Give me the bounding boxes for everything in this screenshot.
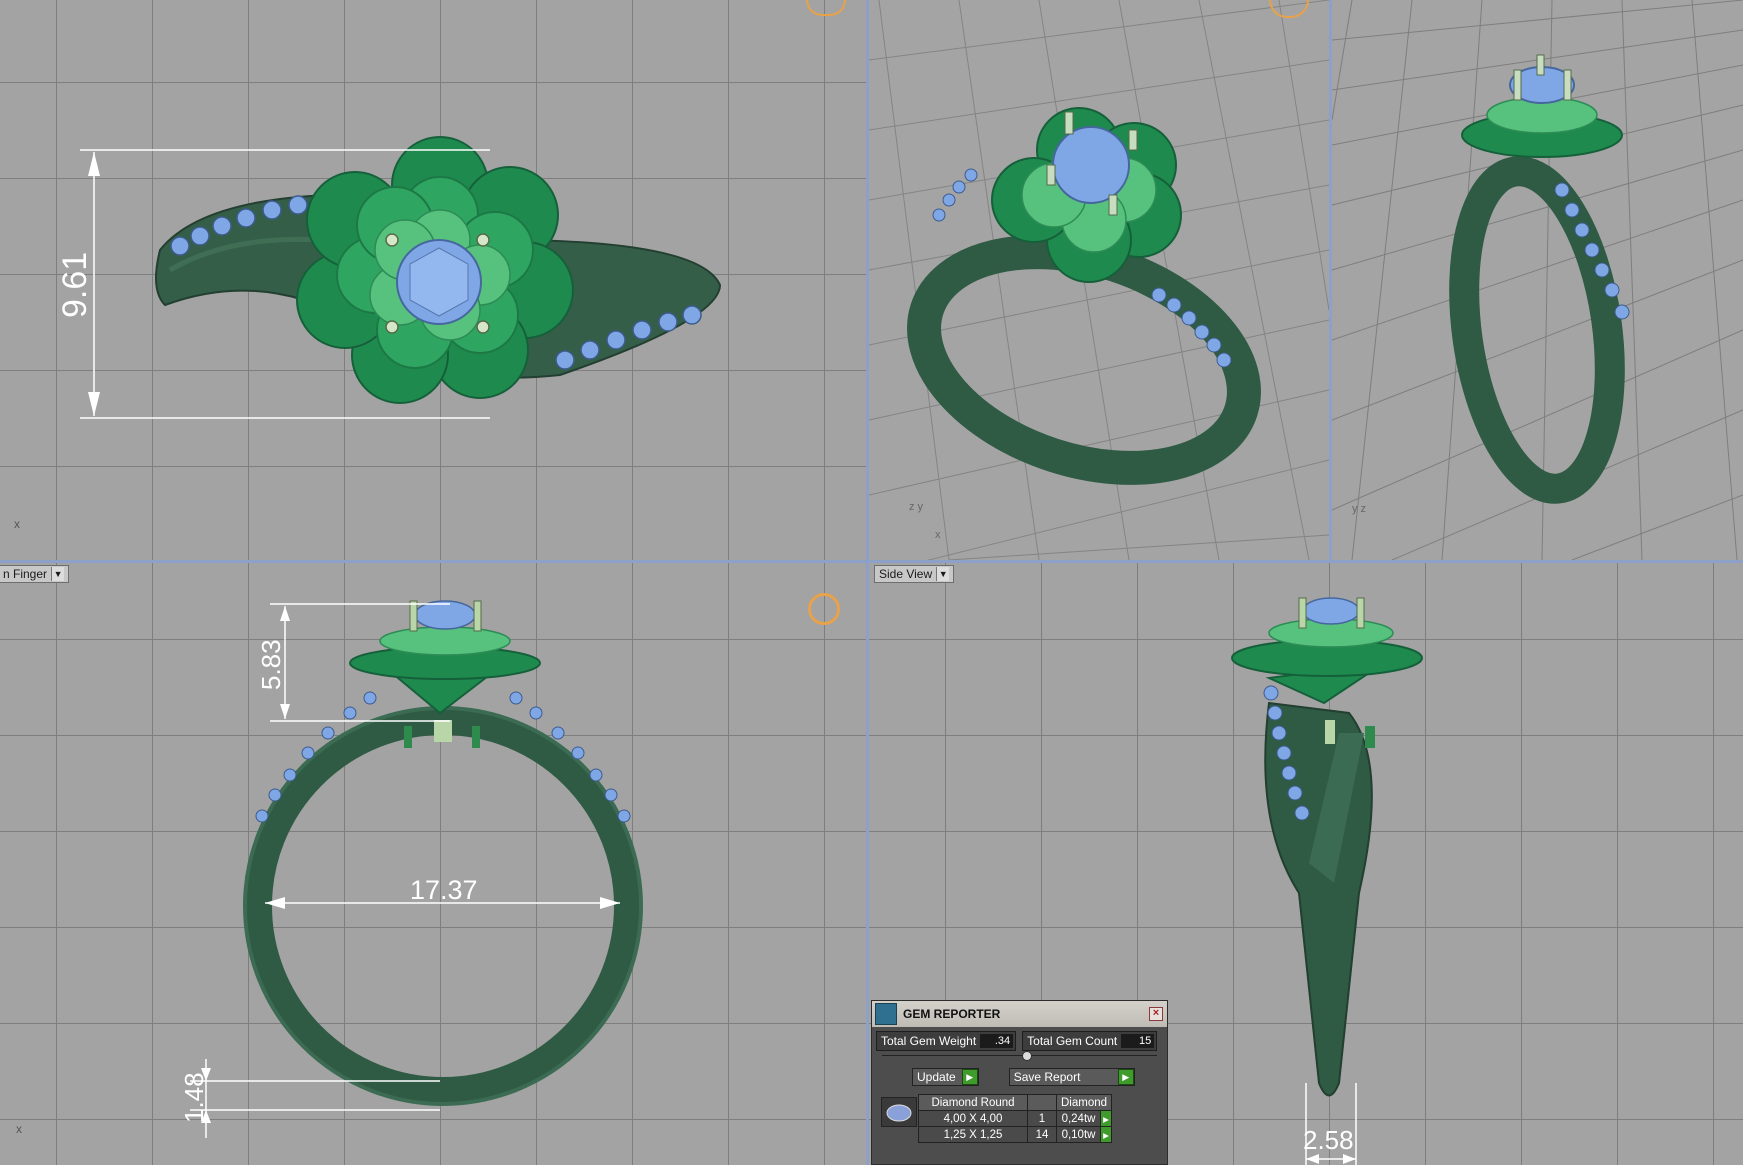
dimension-shank-width-label: 2.58 bbox=[1303, 1125, 1354, 1155]
table-row[interactable]: 4,00 X 4,00 1 0,24tw ▸ bbox=[918, 1110, 1113, 1127]
row-arrow-icon[interactable]: ▸ bbox=[1100, 1126, 1113, 1143]
ring-finger-view-drawing: 5.83 17.37 1.48 x bbox=[16, 600, 643, 1138]
viewport-finger-view[interactable]: n Finger ▼ 5.83 17.37 1.48 x bbox=[0, 563, 866, 1165]
svg-text:x: x bbox=[935, 529, 941, 541]
total-gem-weight-label: Total Gem Weight bbox=[881, 1034, 977, 1048]
total-gem-weight-field: Total Gem Weight .34 bbox=[876, 1031, 1017, 1051]
save-report-button[interactable]: Save Report ▶ bbox=[1008, 1068, 1135, 1086]
svg-text:x: x bbox=[14, 517, 20, 531]
svg-text:y z: y z bbox=[1352, 503, 1366, 515]
gem-count-cell: 1 bbox=[1027, 1110, 1057, 1127]
close-icon[interactable]: × bbox=[1149, 1007, 1163, 1021]
gem-weight-cell: 0,10tw bbox=[1055, 1126, 1102, 1143]
viewport-perspective-1[interactable]: z y x bbox=[869, 0, 1329, 560]
viewport-separator-vertical-2 bbox=[1329, 0, 1332, 560]
gem-reporter-slider[interactable] bbox=[882, 1051, 1157, 1064]
play-arrow-icon-2[interactable]: ▶ bbox=[1117, 1069, 1134, 1085]
gem-table-header-cell: Diamond Round bbox=[918, 1094, 1028, 1111]
viewport-separator-vertical bbox=[866, 0, 869, 1165]
total-gem-count-field: Total Gem Count 15 bbox=[1022, 1031, 1158, 1051]
gem-reporter-titlebar[interactable]: GEM REPORTER × bbox=[872, 1001, 1167, 1027]
viewport-perspective-2[interactable]: y z bbox=[1332, 0, 1743, 560]
perspective-grid-1: z y x bbox=[869, 0, 1329, 560]
play-arrow-icon[interactable]: ▶ bbox=[961, 1069, 978, 1085]
table-row[interactable]: 1,25 X 1,25 14 0,10tw ▸ bbox=[918, 1126, 1113, 1143]
total-gem-count-value[interactable]: 15 bbox=[1121, 1034, 1155, 1048]
gem-size-cell: 4,00 X 4,00 bbox=[918, 1110, 1028, 1127]
gem-table-header-cell bbox=[1027, 1094, 1057, 1111]
dimension-inner-diameter-label: 17.37 bbox=[410, 875, 478, 905]
slider-knob[interactable] bbox=[1022, 1051, 1032, 1061]
gem-table-header-cell: Diamond bbox=[1055, 1094, 1113, 1111]
perspective-grid-2: y z bbox=[1332, 0, 1743, 560]
svg-text:z y: z y bbox=[909, 501, 924, 513]
round-gem-icon bbox=[881, 1097, 917, 1127]
ring-top-view-drawing: 9.61 x bbox=[14, 136, 722, 531]
gem-weight-cell: 0,24tw bbox=[1055, 1110, 1102, 1127]
gem-table: Diamond Round Diamond 4,00 X 4,00 1 0,24… bbox=[918, 1094, 1113, 1143]
update-button[interactable]: Update ▶ bbox=[912, 1068, 979, 1086]
gem-reporter-title: GEM REPORTER bbox=[903, 1007, 1001, 1021]
ring-gizmo-icon[interactable] bbox=[808, 593, 840, 625]
gem-reporter-panel: GEM REPORTER × Total Gem Weight .34 Tota… bbox=[871, 1000, 1168, 1165]
row-arrow-icon[interactable]: ▸ bbox=[1100, 1110, 1113, 1127]
gem-table-header: Diamond Round Diamond bbox=[918, 1094, 1113, 1111]
gem-count-cell: 14 bbox=[1027, 1126, 1057, 1143]
viewport-separator-horizontal bbox=[0, 560, 1743, 563]
dimension-shank-thickness-label: 1.48 bbox=[179, 1072, 209, 1123]
total-gem-weight-value[interactable]: .34 bbox=[980, 1034, 1014, 1048]
total-gem-count-label: Total Gem Count bbox=[1027, 1034, 1118, 1048]
svg-text:x: x bbox=[16, 1122, 22, 1136]
gem-reporter-icon bbox=[875, 1003, 897, 1025]
update-button-label: Update bbox=[917, 1070, 956, 1084]
dimension-height-label: 9.61 bbox=[56, 252, 94, 318]
viewport-top-view[interactable]: 9.61 x bbox=[0, 0, 866, 560]
gem-size-cell: 1,25 X 1,25 bbox=[918, 1126, 1028, 1143]
save-report-button-label: Save Report bbox=[1013, 1070, 1081, 1084]
dimension-head-height-label: 5.83 bbox=[256, 639, 286, 690]
